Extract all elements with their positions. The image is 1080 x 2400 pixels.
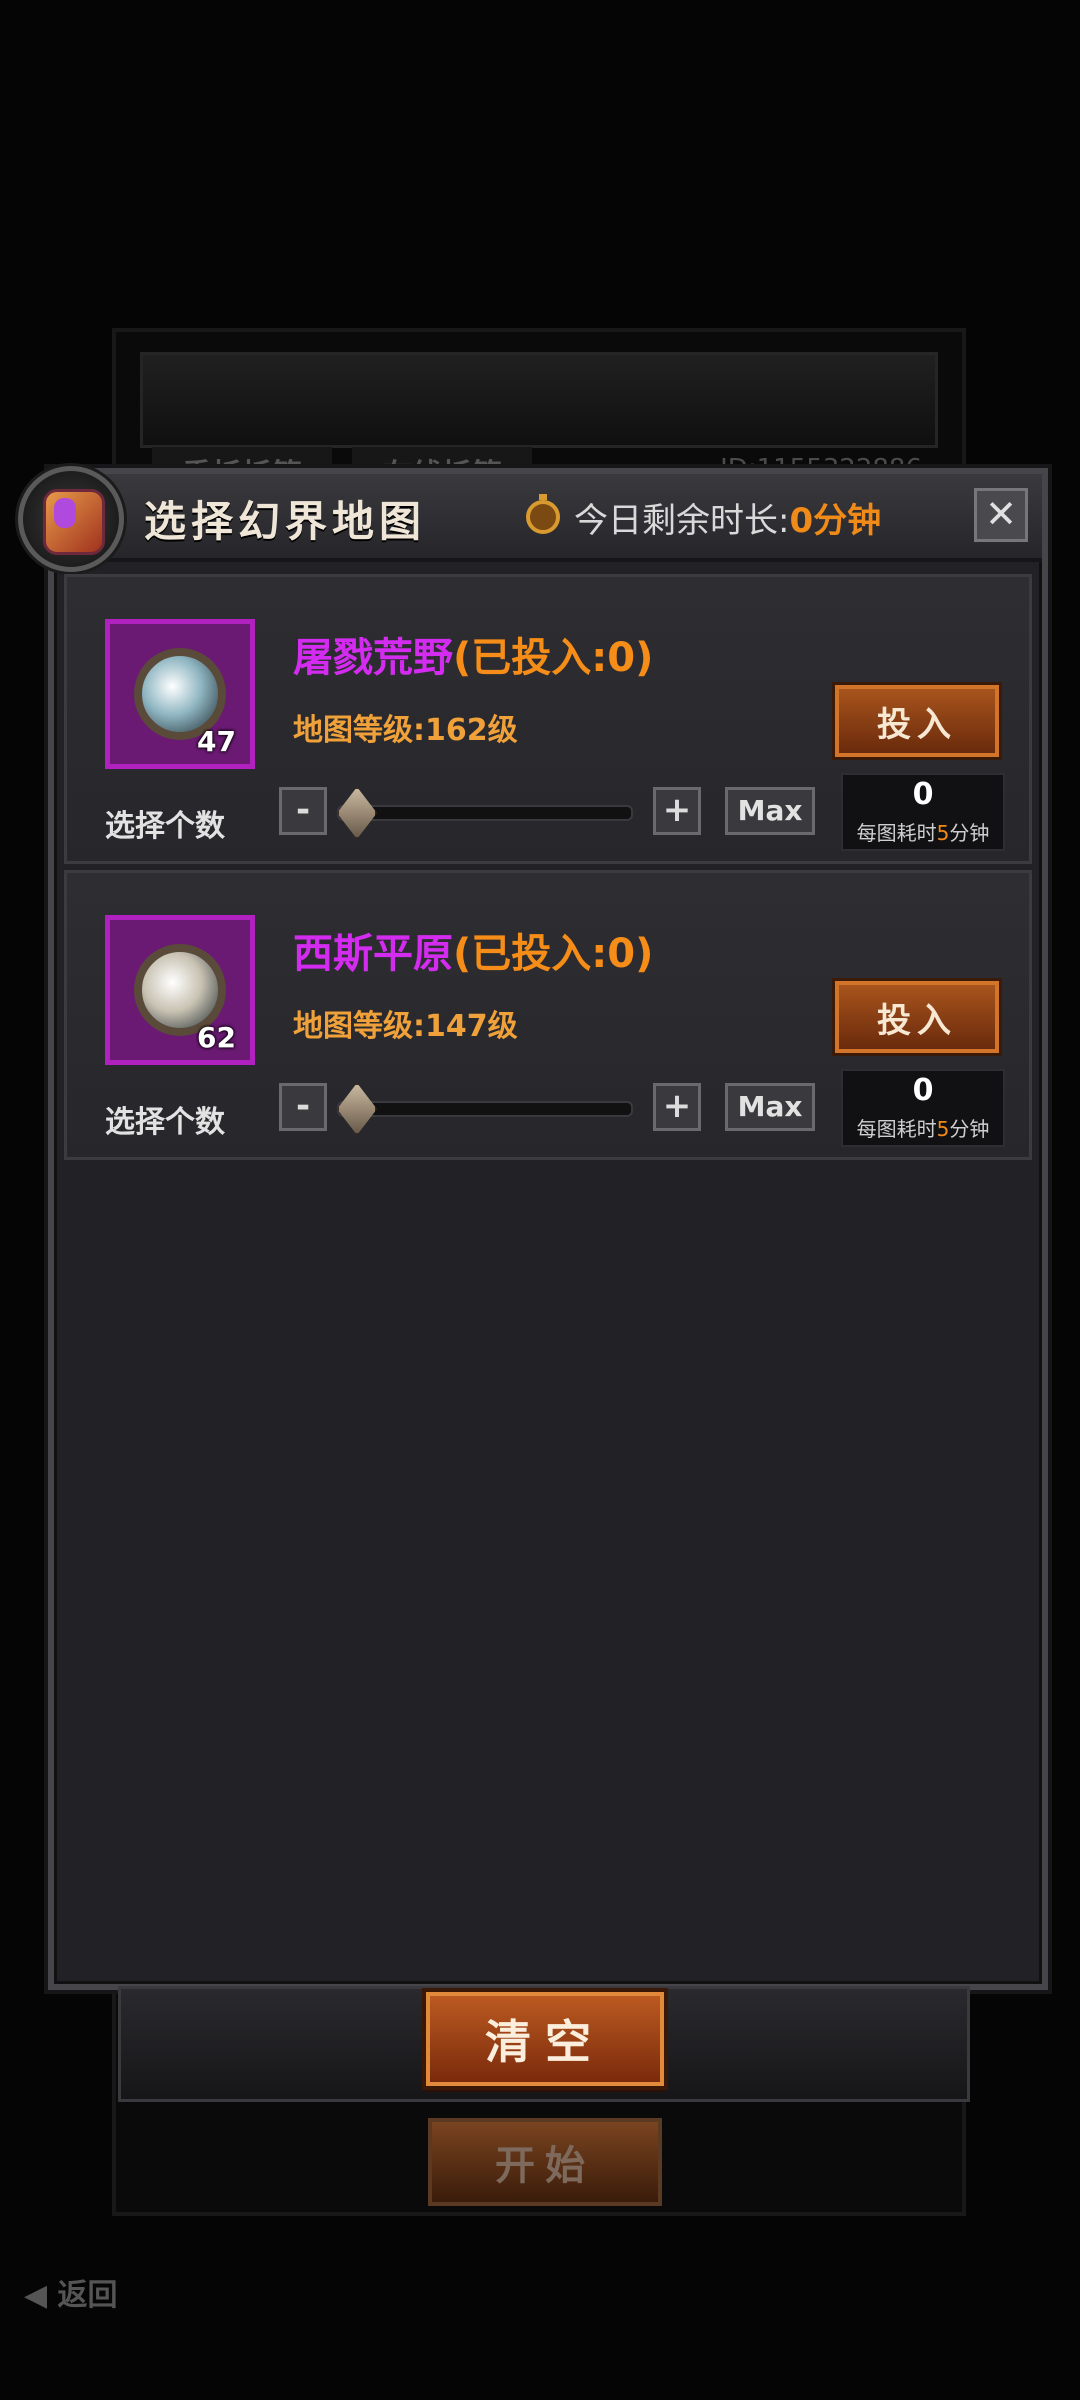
remaining-time-value: 0分钟 xyxy=(789,500,882,541)
start-button: 开始 xyxy=(428,2118,662,2206)
decrease-button[interactable]: - xyxy=(279,787,327,835)
stopwatch-icon xyxy=(526,494,560,534)
decrease-button[interactable]: - xyxy=(279,1083,327,1131)
increase-button[interactable]: + xyxy=(653,1083,701,1131)
quantity-box: 0 每图耗时5分钟 xyxy=(841,1069,1005,1147)
map-list: 47 屠戮荒野(已投入:0) 地图等级:162级 投入 选择个数 - + Max… xyxy=(64,574,1032,1166)
map-item-count: 62 xyxy=(197,1021,236,1054)
cost-value: 5 xyxy=(936,821,950,845)
map-level: 地图等级:162级 xyxy=(293,713,518,748)
quantity-box: 0 每图耗时5分钟 xyxy=(841,773,1005,851)
map-title: 屠戮荒野(已投入:0) xyxy=(293,625,653,683)
map-invested: (已投入:0) xyxy=(453,635,654,681)
remaining-time-label: 今日剩余时长: xyxy=(574,500,790,541)
background-banner xyxy=(140,352,938,448)
map-level: 地图等级:147级 xyxy=(293,1009,518,1044)
back-button: ◀ 返回 xyxy=(24,2278,118,2313)
map-card: 62 西斯平原(已投入:0) 地图等级:147级 投入 选择个数 - + Max… xyxy=(64,870,1032,1160)
max-button[interactable]: Max xyxy=(725,1083,815,1131)
map-item-count: 47 xyxy=(197,725,236,758)
cost-suffix: 分钟 xyxy=(949,821,990,845)
map-icon[interactable]: 62 xyxy=(105,915,255,1065)
select-count-label: 选择个数 xyxy=(105,809,225,844)
quantity-value: 0 xyxy=(912,777,934,812)
map-card: 47 屠戮荒野(已投入:0) 地图等级:162级 投入 选择个数 - + Max… xyxy=(64,574,1032,864)
dialog-emblem xyxy=(18,466,124,572)
slider-handle[interactable] xyxy=(337,787,377,839)
map-title: 西斯平原(已投入:0) xyxy=(293,921,653,979)
scroll-icon xyxy=(43,489,105,555)
close-button[interactable]: ✕ xyxy=(974,488,1028,542)
select-count-label: 选择个数 xyxy=(105,1105,225,1140)
clear-button[interactable]: 清空 xyxy=(426,1992,664,2086)
map-name: 屠戮荒野 xyxy=(293,635,453,681)
count-slider[interactable] xyxy=(337,1101,633,1117)
time-per-map: 每图耗时5分钟 xyxy=(843,1113,1003,1142)
increase-button[interactable]: + xyxy=(653,787,701,835)
cost-value: 5 xyxy=(936,1117,950,1141)
invest-button[interactable]: 投入 xyxy=(835,685,999,757)
max-button[interactable]: Max xyxy=(725,787,815,835)
count-slider[interactable] xyxy=(337,805,633,821)
invest-button[interactable]: 投入 xyxy=(835,981,999,1053)
remaining-time: 今日剩余时长: 0分钟 xyxy=(526,494,882,541)
quantity-value: 0 xyxy=(912,1073,934,1108)
cost-prefix: 每图耗时 xyxy=(856,1117,937,1141)
slider-handle[interactable] xyxy=(337,1083,377,1135)
cost-prefix: 每图耗时 xyxy=(856,821,937,845)
map-icon[interactable]: 47 xyxy=(105,619,255,769)
map-invested: (已投入:0) xyxy=(453,931,654,977)
cost-suffix: 分钟 xyxy=(949,1117,990,1141)
back-label: 返回 xyxy=(57,2278,118,2313)
map-name: 西斯平原 xyxy=(293,931,453,977)
time-per-map: 每图耗时5分钟 xyxy=(843,817,1003,846)
dialog-title-bar: 选择幻界地图 今日剩余时长: 0分钟 ✕ xyxy=(54,474,1042,562)
dialog-title: 选择幻界地图 xyxy=(144,497,427,546)
select-map-dialog: 选择幻界地图 今日剩余时长: 0分钟 ✕ 47 屠戮荒野(已投入:0) 地图等级… xyxy=(18,466,1048,1990)
